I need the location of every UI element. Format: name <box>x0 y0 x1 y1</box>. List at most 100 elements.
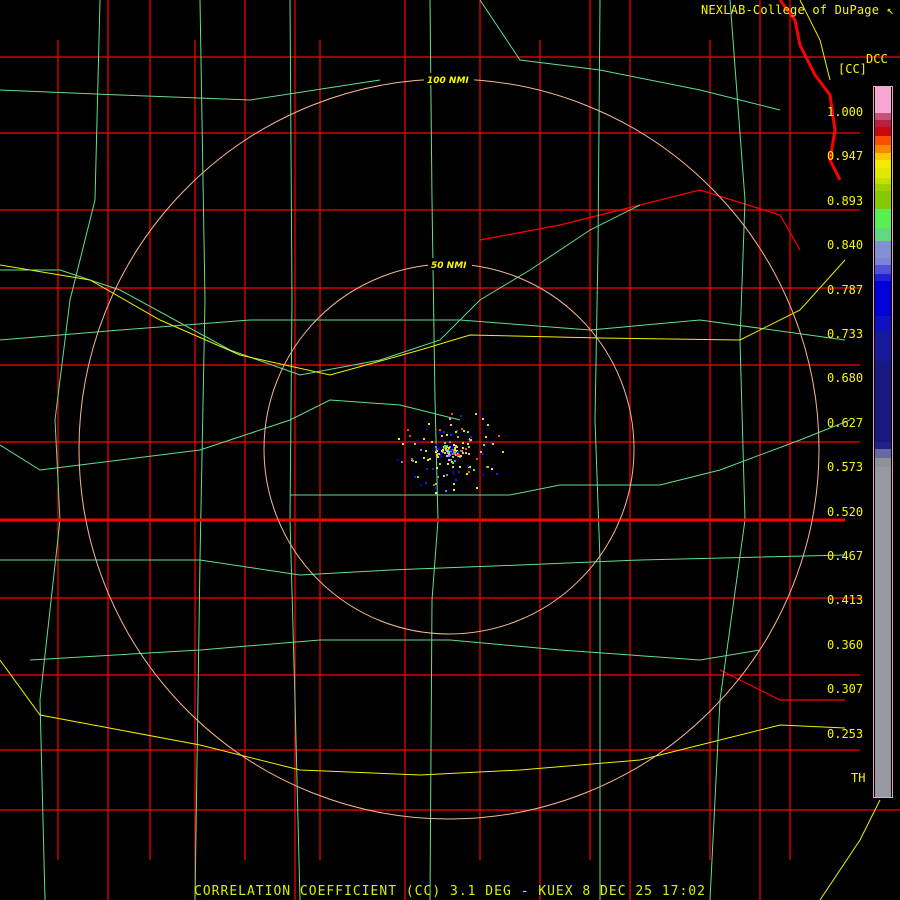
echo-pixel <box>420 484 422 486</box>
echo-pixel <box>458 454 460 456</box>
color-scale-segment <box>875 184 891 191</box>
road <box>39 0 101 900</box>
color-scale-label: 0.360 <box>827 637 864 652</box>
echo-pixel <box>453 489 455 491</box>
echo-pixel <box>436 450 438 452</box>
echo-pixel <box>468 453 470 455</box>
echo-pixel <box>441 450 443 452</box>
color-scale-label: 0.680 <box>827 371 864 386</box>
color-scale-segment <box>875 168 891 178</box>
echo-pixel <box>445 446 447 448</box>
echo-pixel <box>476 487 478 489</box>
color-scale-segment <box>875 191 891 209</box>
echo-pixel <box>446 434 448 436</box>
echo-pixel <box>437 476 439 478</box>
echo-pixel <box>462 447 464 449</box>
echo-pixel <box>449 418 451 420</box>
echo-pixel <box>457 436 459 438</box>
road <box>0 79 381 101</box>
echo-pixel <box>444 442 446 444</box>
unit-label: [CC] <box>838 62 867 76</box>
color-scale-segment <box>875 361 891 442</box>
echo-pixel <box>438 453 440 455</box>
echo-pixel <box>452 466 454 468</box>
echo-pixel <box>412 460 414 462</box>
color-scale-segment <box>875 160 891 168</box>
product-caption: CORRELATION COEFFICIENT (CC) 3.1 DEG - K… <box>194 884 706 899</box>
echo-pixel <box>470 439 472 441</box>
echo-pixel <box>449 441 451 443</box>
echo-pixel <box>431 441 433 443</box>
echo-pixel <box>429 458 431 460</box>
color-scale-label: 0.307 <box>827 682 864 697</box>
color-scale-segment <box>875 153 891 160</box>
echo-pixel <box>452 456 454 458</box>
echo-pixel <box>468 446 470 448</box>
echo-pixel <box>437 456 439 458</box>
color-scale-segment <box>875 449 891 458</box>
echo-pixel <box>443 475 445 477</box>
echo-pixel <box>460 415 462 417</box>
color-scale-segment <box>875 87 891 113</box>
echo-pixel <box>450 459 452 461</box>
echo-pixel <box>450 434 452 436</box>
echo-pixel <box>439 431 441 433</box>
echo-pixel <box>407 441 409 443</box>
echo-pixel <box>417 440 419 442</box>
credit-text: NEXLAB-College of DuPage ↖ <box>700 3 894 17</box>
road <box>0 399 461 471</box>
echo-pixel <box>468 471 470 473</box>
echo-pixel <box>417 476 419 478</box>
echo-pixel <box>440 456 442 458</box>
echo-pixel <box>482 474 484 476</box>
echo-pixel <box>455 445 457 447</box>
county-line <box>479 189 801 251</box>
color-scale-segment <box>875 258 891 265</box>
color-scale-segment <box>875 467 891 797</box>
echo-pixel <box>455 431 457 433</box>
echo-pixel <box>411 458 413 460</box>
echo-pixel <box>460 455 462 457</box>
color-scale-label: 0.520 <box>827 504 864 519</box>
echo-pixel <box>425 482 427 484</box>
echo-pixel <box>453 473 455 475</box>
color-scale-segment <box>875 136 891 145</box>
echo-pixel <box>420 449 422 451</box>
color-scale-label: 0.253 <box>827 726 864 741</box>
color-scale-segment <box>875 120 891 127</box>
echo-pixel <box>463 430 465 432</box>
radar-display: 50 NMI 100 NMI NEXLAB-College of DuPage … <box>0 0 900 900</box>
echo-pixel <box>427 459 429 461</box>
echo-pixel <box>425 450 427 452</box>
color-scale-label: 0.573 <box>827 460 864 475</box>
color-scale-segment <box>875 442 891 449</box>
echo-pixel <box>465 448 467 450</box>
color-scale-segment <box>875 274 891 281</box>
echo-pixel <box>458 471 460 473</box>
echo-pixel <box>462 452 464 454</box>
echo-pixel <box>415 461 417 463</box>
echo-pixel <box>446 455 448 457</box>
echo-pixel <box>435 444 437 446</box>
echo-pixel <box>459 466 461 468</box>
echo-pixel <box>487 424 489 426</box>
ring-label-50: 50 NMI <box>431 261 467 271</box>
road <box>594 0 601 900</box>
road <box>29 639 761 661</box>
color-scale-segment <box>875 209 891 228</box>
echo-pixel <box>492 443 494 445</box>
echo-pixel <box>454 447 456 449</box>
echo-pixel <box>467 443 469 445</box>
color-scale-segment <box>875 228 891 241</box>
echo-pixel <box>452 462 454 464</box>
echo-pixel <box>461 428 463 430</box>
echo-pixel <box>453 483 455 485</box>
color-scale-bar <box>873 86 893 798</box>
echo-pixel <box>451 413 453 415</box>
echo-pixel <box>441 446 443 448</box>
echo-pixel <box>457 451 459 453</box>
echo-pixel <box>455 479 457 481</box>
echo-pixel <box>448 453 450 455</box>
echo-pixel <box>402 443 404 445</box>
road <box>290 419 851 496</box>
